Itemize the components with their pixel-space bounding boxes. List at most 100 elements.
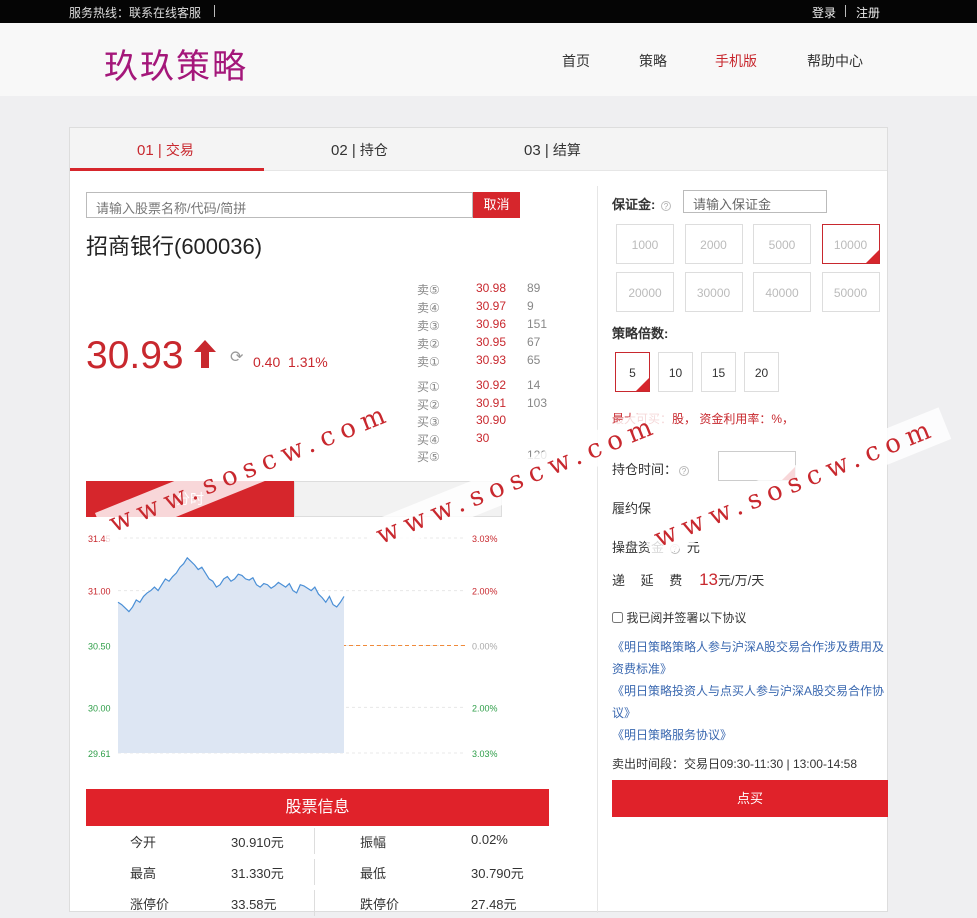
order-book-price: 30 xyxy=(476,430,490,445)
buy-button[interactable]: 点买 xyxy=(612,780,888,817)
order-book-vol: 89 xyxy=(527,281,541,295)
login-link[interactable]: 登录 xyxy=(812,4,836,21)
agree-checkbox[interactable] xyxy=(612,612,623,623)
info-value: 31.330元 xyxy=(231,866,284,881)
tab-trade[interactable]: 01 | 交易 xyxy=(137,140,194,160)
order-book-price: 30.91 xyxy=(476,395,507,410)
margin-option[interactable]: 20000 xyxy=(616,272,674,312)
column-divider xyxy=(597,186,598,913)
register-link[interactable]: 注册 xyxy=(856,4,880,21)
order-book-vol: 103 xyxy=(527,395,548,410)
agreement-link-service[interactable]: 《明日策略服务协议》 xyxy=(612,726,732,743)
divider xyxy=(314,890,315,916)
cancel-button[interactable]: 取消 xyxy=(473,192,520,218)
order-book-price: 30.98 xyxy=(476,281,507,295)
divider xyxy=(314,859,315,885)
order-book-label: 买② xyxy=(417,397,440,412)
hold-time-label: 持仓时间：? xyxy=(612,459,690,478)
margin-option[interactable]: 50000 xyxy=(821,272,880,312)
order-book-row: 卖① 30.93 65 xyxy=(417,353,557,369)
site-logo[interactable]: 玖玖策略 xyxy=(104,39,248,88)
info-value: 0.02% xyxy=(471,832,508,847)
order-book-row: 买① 30.92 14 xyxy=(417,378,557,394)
multiple-option[interactable]: 5 xyxy=(615,352,650,392)
price-change: 0.40 1.31% xyxy=(253,354,328,370)
order-book-price: 30.90 xyxy=(476,413,507,427)
y-tick-label-right: 3.03% xyxy=(472,534,498,544)
order-book-vol: 67 xyxy=(527,335,541,349)
order-book-row: 卖② 30.95 67 xyxy=(417,335,557,351)
order-book-row: 买④ 30 xyxy=(417,431,557,447)
tab-settle[interactable]: 03 | 结算 xyxy=(524,140,581,160)
margin-option[interactable]: 30000 xyxy=(684,272,743,312)
order-book-price: 30.93 xyxy=(476,353,507,367)
stock-info-header: 股票信息 xyxy=(86,789,549,826)
selected-check-icon xyxy=(636,378,649,391)
stock-info-row: 最高 31.330元 最低 30.790元 xyxy=(86,857,549,887)
stock-search-input[interactable]: 请输入股票名称/代码/简拼 xyxy=(86,192,473,218)
margin-option[interactable]: 10000 xyxy=(821,224,880,264)
divider xyxy=(214,5,215,17)
order-book-row: 卖⑤ 30.98 89 xyxy=(417,281,557,297)
minute-chart: 31.45 3.03%31.00 2.00%30.50 0.00%30.00 2.00%… xyxy=(88,534,498,759)
agreement-link-fees[interactable]: 《明日策略策略人参与沪深A股交易合作涉及费用及 xyxy=(612,638,884,655)
order-book-price: 30.95 xyxy=(476,335,507,349)
price-area xyxy=(118,557,344,753)
info-value: 30.910元 xyxy=(231,835,284,850)
order-book-row: 买③ 30.90 xyxy=(417,413,557,429)
y-tick-label-left: 30.00 xyxy=(88,703,111,713)
site-header: 玖玖策略 首页 策略 手机版 帮助中心 xyxy=(0,23,977,96)
divider xyxy=(314,828,315,854)
order-book-price: 30.96 xyxy=(476,317,507,331)
order-book-label: 卖① xyxy=(417,355,440,369)
agreement-link-investor[interactable]: 《明日策略投资人与点买人参与沪深A股交易合作协 xyxy=(612,682,884,699)
divider xyxy=(845,5,846,17)
nav-item-home[interactable]: 首页 xyxy=(562,51,590,71)
order-book-row: 卖③ 30.96 151 xyxy=(417,317,557,333)
order-book-vol: 151 xyxy=(527,317,548,331)
multiple-option[interactable]: 15 xyxy=(701,352,736,392)
y-tick-label-left: 29.61 xyxy=(88,749,111,759)
order-book-label: 卖④ xyxy=(417,301,440,315)
order-book-label: 买⑤ xyxy=(417,450,440,464)
order-book-label: 卖② xyxy=(417,337,440,351)
stock-title: 招商银行(600036) xyxy=(86,234,263,259)
y-tick-label-right: 0.00% xyxy=(472,642,498,652)
multiple-option[interactable]: 10 xyxy=(658,352,693,392)
order-book-price: 30.92 xyxy=(476,378,507,392)
order-book-label: 买③ xyxy=(417,415,440,429)
trade-panel: 01 | 交易 02 | 持仓 03 | 结算 请输入股票名称/代码/简拼 取消… xyxy=(69,127,888,916)
nav-item-strategy[interactable]: 策略 xyxy=(639,51,667,71)
agreement-link-investor-cont[interactable]: 议》 xyxy=(612,704,636,721)
refresh-icon[interactable]: ⟳ xyxy=(230,347,243,367)
order-book-price: 30.97 xyxy=(476,299,507,313)
hotline-text[interactable]: 服务热线：联系在线客服 xyxy=(69,4,201,21)
info-key: 今开 xyxy=(130,835,157,850)
top-bar: 服务热线：联系在线客服 登录 注册 xyxy=(0,0,977,23)
margin-input[interactable]: 请输入保证金 xyxy=(683,190,827,213)
info-key: 最低 xyxy=(360,866,387,881)
active-tab-indicator xyxy=(70,168,264,171)
order-book-vol: 14 xyxy=(527,378,541,392)
tab-position[interactable]: 02 | 持仓 xyxy=(331,140,388,160)
multiple-label: 策略倍数: xyxy=(612,326,669,341)
nav-item-mobile[interactable]: 手机版 xyxy=(715,51,757,71)
multiple-option[interactable]: 20 xyxy=(744,352,779,392)
order-book-vol: 9 xyxy=(527,299,534,313)
info-key: 振幅 xyxy=(360,835,387,850)
deferral-fee-row: 递 延 费 13元/万/天 xyxy=(612,570,765,589)
nav-item-help[interactable]: 帮助中心 xyxy=(807,51,863,71)
agree-row: 我已阅并签署以下协议 xyxy=(612,609,746,626)
help-icon: ? xyxy=(679,465,690,476)
agreement-link-fees-cont[interactable]: 资费标准》 xyxy=(612,660,672,677)
order-book-row: 买② 30.91 103 xyxy=(417,396,557,412)
info-value: 33.58元 xyxy=(231,897,277,912)
margin-option[interactable]: 2000 xyxy=(684,224,743,264)
margin-option[interactable]: 5000 xyxy=(753,224,811,264)
y-tick-label-left: 31.00 xyxy=(88,587,111,597)
margin-option[interactable]: 1000 xyxy=(616,224,674,264)
margin-option[interactable]: 40000 xyxy=(753,272,811,312)
y-tick-label-right: 2.00% xyxy=(472,587,498,597)
info-key: 涨停价 xyxy=(130,897,170,912)
help-icon: ? xyxy=(660,200,671,211)
